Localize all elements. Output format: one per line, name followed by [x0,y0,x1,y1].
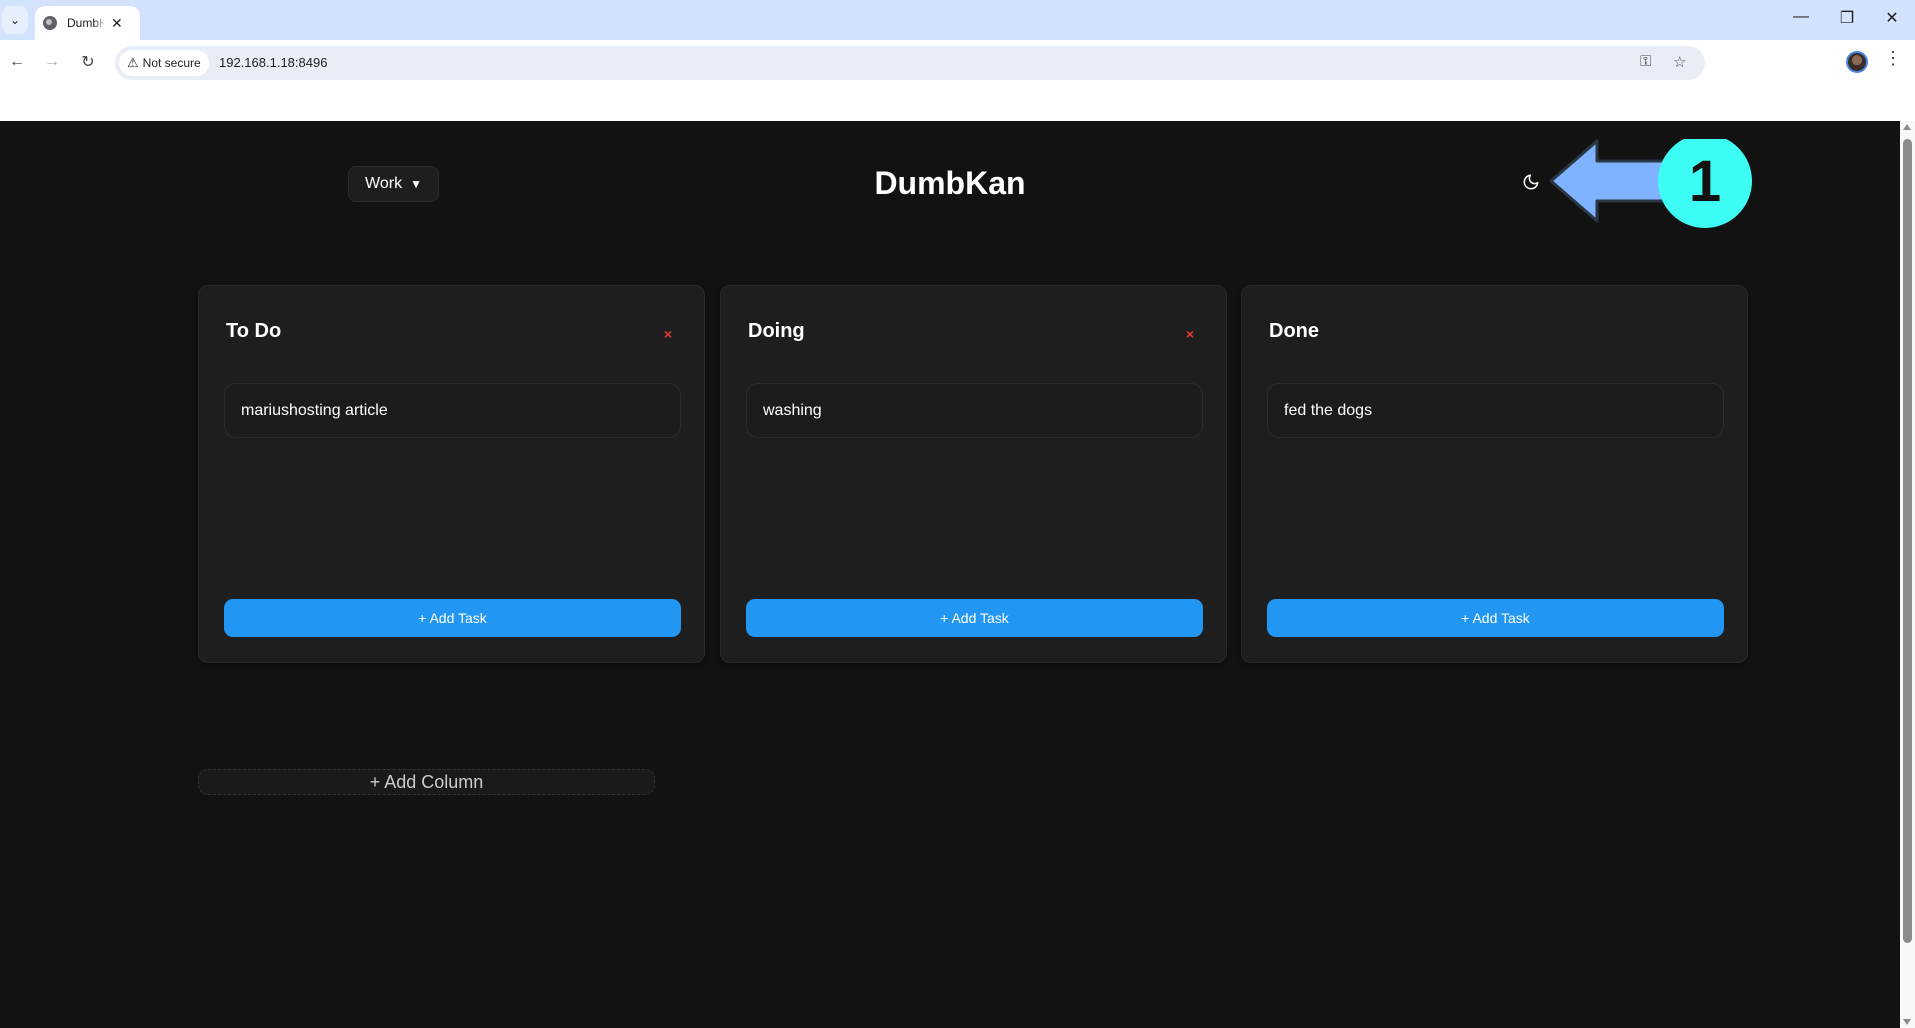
arrow-right-icon: → [44,53,60,70]
add-task-button[interactable]: + Add Task [746,599,1203,637]
close-icon: ✕ [1885,10,1899,27]
address-bar[interactable]: ⚠ Not secure 192.168.1.18:8496 ⚿ ☆ [115,46,1705,80]
annotation-step-number: 1 [1689,149,1721,214]
key-icon[interactable]: ⚿ [1640,53,1651,70]
delete-column-button[interactable]: × [664,326,672,342]
column-doing[interactable]: Doing × washing + Add Task [720,285,1227,663]
forward-button[interactable]: → [40,50,64,74]
globe-icon [43,16,57,30]
moon-icon [1523,174,1539,190]
browser-tab[interactable]: DumbKan ✕ [35,6,140,40]
browser-toolbar: ← → ↻ ⚠ Not secure 192.168.1.18:8496 ⚿ ☆… [0,40,1915,120]
warning-triangle-icon: ⚠ [127,55,139,70]
task-card[interactable]: mariushosting article [224,383,681,438]
browser-tab-bar: ⌄ DumbKan ✕ — ❐ ✕ [0,0,1915,40]
kebab-menu-icon: ⋮ [1884,48,1902,68]
reload-icon: ↻ [81,54,95,71]
security-indicator[interactable]: ⚠ Not secure [119,50,209,76]
delete-column-button[interactable]: × [1186,326,1194,342]
task-card[interactable]: washing [746,383,1203,438]
column-to-do[interactable]: To Do × mariushosting article + Add Task [198,285,705,663]
tab-list-button[interactable]: ⌄ [2,6,28,34]
tab-close-button[interactable]: ✕ [111,15,123,32]
tab-title: DumbKan [67,16,105,30]
column-done[interactable]: Done fed the dogs + Add Task [1241,285,1748,663]
arrow-left-icon: ← [9,53,25,70]
reload-button[interactable]: ↻ [76,50,100,74]
scroll-up-arrow-icon[interactable] [1903,124,1911,130]
avatar[interactable] [1846,51,1868,73]
add-task-button[interactable]: + Add Task [224,599,681,637]
add-column-button[interactable]: + Add Column [198,769,655,795]
restore-button[interactable]: ❐ [1827,8,1867,28]
url-text[interactable]: 192.168.1.18:8496 [219,55,327,70]
close-window-button[interactable]: ✕ [1872,8,1912,28]
scroll-down-arrow-icon[interactable] [1903,1019,1911,1025]
star-icon[interactable]: ☆ [1673,53,1686,71]
back-button[interactable]: ← [5,50,29,74]
annotation-overlay: 1 [1549,139,1752,228]
scrollbar-thumb[interactable] [1903,139,1912,943]
security-label: Not secure [142,56,201,70]
restore-icon: ❐ [1839,10,1855,27]
theme-toggle-button[interactable] [1518,169,1544,195]
minimize-button[interactable]: — [1781,8,1821,26]
chevron-down-icon: ⌄ [9,13,21,27]
column-title[interactable]: To Do [226,320,281,343]
column-title[interactable]: Doing [748,320,805,343]
app-page: Work ▼ DumbKan To Do × mariushosting art… [0,121,1900,1028]
minimize-icon: — [1793,8,1809,25]
task-card[interactable]: fed the dogs [1267,383,1724,438]
page-scrollbar[interactable] [1900,121,1915,1028]
column-title[interactable]: Done [1269,320,1319,343]
add-task-button[interactable]: + Add Task [1267,599,1724,637]
browser-menu-button[interactable]: ⋮ [1884,48,1902,69]
